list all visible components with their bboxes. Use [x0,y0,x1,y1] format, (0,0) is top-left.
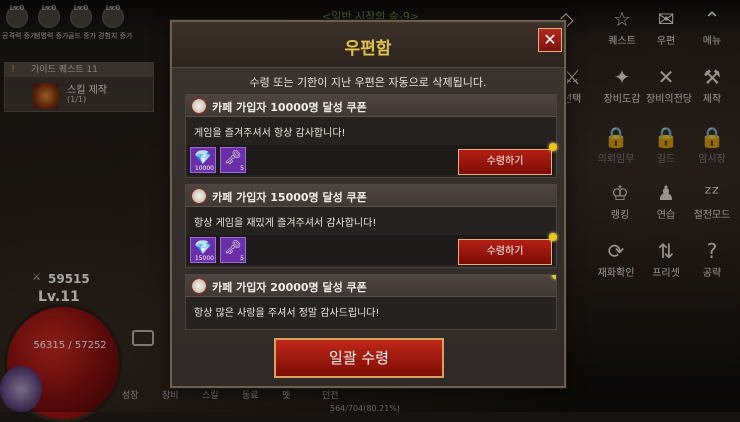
diamond-icon: 💎 [194,240,212,256]
coupon-icon [191,98,207,114]
coupon-icon [191,188,207,204]
mail-item: 카페 가입자 15000명 달성 쿠폰 항상 게임을 재밌게 즐겨주셔서 감사합… [185,184,557,268]
mail-title: 카페 가입자 10000명 달성 쿠폰 [212,101,367,114]
mail-item: 카페 가입자 10000명 달성 쿠폰 게임을 즐겨주셔서 항상 감사합니다! … [185,94,557,178]
claim-button[interactable]: 수령하기 [458,143,557,175]
notification-dot [552,275,556,279]
mail-item: 카페 가입자 20000명 달성 쿠폰 항상 많은 사랑을 주셔서 정말 감사드… [185,274,557,330]
mailbox-header: 우편함 ✕ [172,22,564,68]
claim-all-button[interactable]: 일괄 수령 [274,338,444,378]
reward-qty: 5 [240,255,244,262]
mailbox-title: 우편함 [344,39,392,59]
mail-body: 게임을 즐겨주셔서 항상 감사합니다! [194,128,346,139]
key-icon: 🗝 [224,150,242,166]
diamond-icon: 💎 [194,150,212,166]
reward-key[interactable]: 🗝 5 [220,147,246,173]
mail-body: 항상 많은 사랑을 주셔서 정말 감사드립니다! [194,308,380,319]
reward-qty: 5 [240,165,244,172]
reward-diamond[interactable]: 💎 10000 [190,147,216,173]
reward-qty: 15000 [194,255,214,262]
coupon-icon [191,278,207,294]
reward-key[interactable]: 🗝 5 [220,237,246,263]
mail-title: 카페 가입자 15000명 달성 쿠폰 [212,191,367,204]
mail-body: 항상 게임을 재밌게 즐겨주셔서 감사합니다! [194,218,377,229]
notification-dot [549,143,557,151]
mailbox-modal: 우편함 ✕ 수령 또는 기한이 지난 우편은 자동으로 삭제됩니다. 카페 가입… [170,20,566,388]
key-icon: 🗝 [224,240,242,256]
notification-dot [549,233,557,241]
close-button[interactable]: ✕ [538,28,562,52]
claim-button[interactable]: 수령하기 [458,233,557,265]
mail-title: 카페 가입자 20000명 달성 쿠폰 [212,281,367,294]
reward-diamond[interactable]: 💎 15000 [190,237,216,263]
mailbox-notice: 수령 또는 기한이 지난 우편은 자동으로 삭제됩니다. [249,76,487,89]
reward-qty: 10000 [194,165,214,172]
